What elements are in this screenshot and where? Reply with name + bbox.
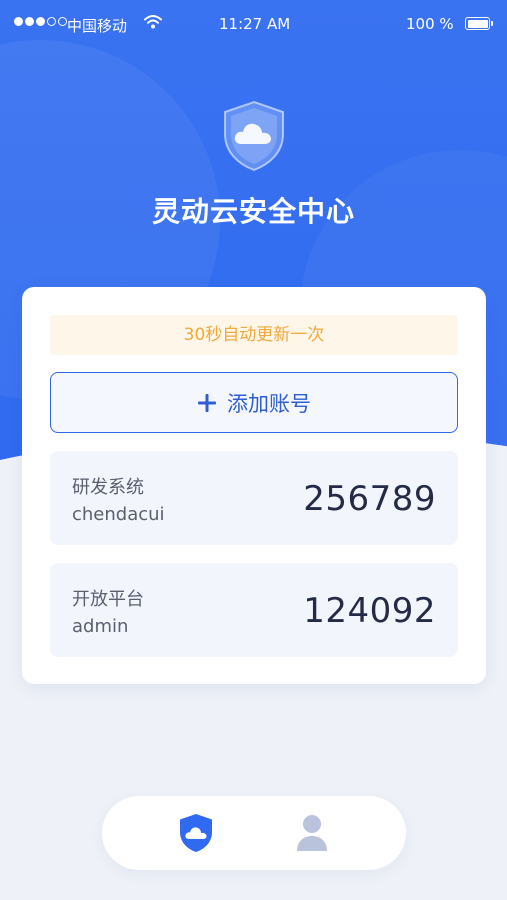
verification-code: 256789: [303, 479, 436, 519]
cloud-shield-icon: [224, 100, 284, 172]
tab-profile[interactable]: [288, 810, 336, 856]
cellular-signal-icon: [14, 17, 67, 26]
clock: 11:27 AM: [219, 15, 291, 33]
app-title: 灵动云安全中心: [151, 195, 355, 228]
add-account-label: 添加账号: [227, 391, 311, 416]
account-username: chendacui: [72, 504, 165, 525]
refresh-notice: 30秒自动更新一次: [50, 315, 458, 355]
carrier-name: 中国移动: [67, 17, 128, 35]
bottom-tab-bar: [102, 796, 406, 870]
plus-icon: [198, 393, 216, 412]
account-item[interactable]: 研发系统 chendacui 256789: [50, 451, 458, 545]
verification-code: 124092: [303, 591, 436, 631]
cloud-shield-icon: [180, 814, 212, 852]
battery-percent: 100 %: [406, 15, 454, 33]
account-system-name: 开放平台: [72, 589, 144, 610]
account-system-name: 研发系统: [72, 477, 144, 498]
account-item[interactable]: 开放平台 admin 124092: [50, 563, 458, 657]
account-username: admin: [72, 616, 129, 637]
user-icon: [297, 815, 327, 851]
wifi-icon: [144, 15, 162, 29]
tab-security[interactable]: [172, 810, 220, 856]
status-bar: 中国移动 11:27 AM 100 %: [0, 0, 507, 50]
add-account-button[interactable]: 添加账号: [50, 372, 458, 433]
battery-icon: [465, 17, 493, 30]
accounts-card: 30秒自动更新一次 添加账号 研发系统 chendacui 256789 开放平…: [22, 287, 486, 684]
